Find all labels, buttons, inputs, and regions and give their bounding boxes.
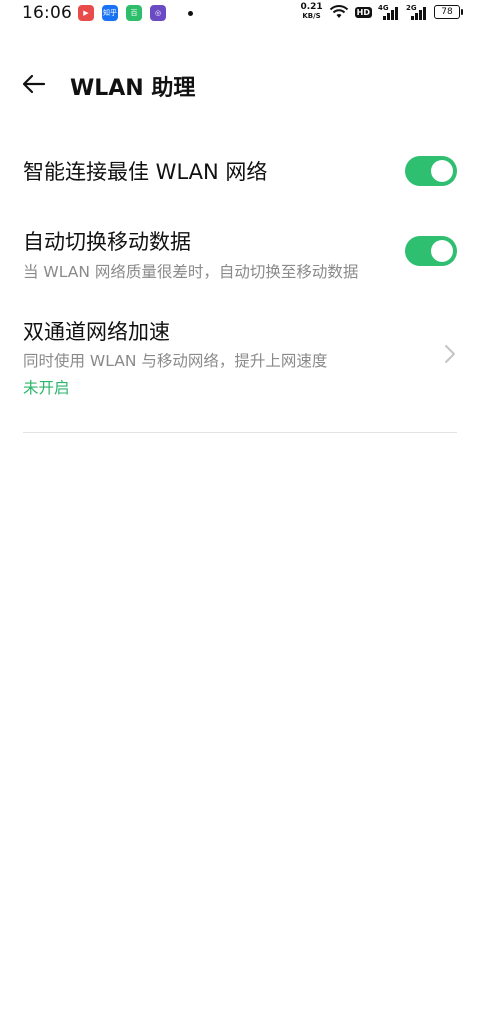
- auto-switch-toggle[interactable]: [405, 236, 457, 266]
- app-header: WLAN 助理: [0, 60, 480, 108]
- zhihu-icon: 知乎: [102, 5, 118, 21]
- status-bar: 16:06 ▶ 知乎 百 ◎ 0.21 KB/S HD 4G 2G 78: [0, 0, 480, 28]
- auto-switch-subtitle: 当 WLAN 网络质量很差时，自动切换至移动数据: [23, 263, 359, 281]
- setting-dual-channel[interactable]: 双通道网络加速 同时使用 WLAN 与移动网络，提升上网速度 未开启: [0, 312, 480, 402]
- notification-icons: ▶ 知乎 百 ◎: [78, 5, 193, 21]
- hd-voice-icon: HD: [354, 6, 372, 18]
- chevron-right-icon: [445, 345, 455, 363]
- battery-icon: 78: [434, 5, 463, 19]
- signal-sim2-icon: 2G: [406, 4, 428, 20]
- setting-auto-switch[interactable]: 自动切换移动数据 当 WLAN 网络质量很差时，自动切换至移动数据: [0, 222, 480, 282]
- dual-channel-title: 双通道网络加速: [23, 320, 170, 344]
- page-title: WLAN 助理: [70, 76, 196, 101]
- net-speed-unit: KB/S: [302, 12, 321, 20]
- setting-smart-connect[interactable]: 智能连接最佳 WLAN 网络: [0, 150, 480, 194]
- toggle-knob: [431, 240, 453, 262]
- app-icon-purple: ◎: [150, 5, 166, 21]
- smart-connect-title: 智能连接最佳 WLAN 网络: [23, 160, 268, 184]
- status-time: 16:06: [22, 3, 72, 23]
- back-button[interactable]: [20, 70, 48, 98]
- auto-switch-title: 自动切换移动数据: [23, 230, 191, 254]
- more-notifications-dot: [188, 10, 193, 16]
- dual-channel-subtitle: 同时使用 WLAN 与移动网络，提升上网速度: [23, 352, 328, 370]
- status-indicators: 0.21 KB/S HD 4G 2G 78: [300, 3, 463, 21]
- toggle-knob: [431, 160, 453, 182]
- net-speed-value: 0.21: [300, 2, 323, 12]
- back-arrow-icon: [22, 74, 46, 94]
- net-speed: 0.21 KB/S: [300, 3, 322, 21]
- dual-channel-status: 未开启: [23, 379, 70, 397]
- smart-connect-toggle[interactable]: [405, 156, 457, 186]
- wifi-icon: [329, 5, 348, 18]
- divider: [23, 432, 457, 433]
- app-icon-red: ▶: [78, 5, 94, 21]
- app-icon-green: 百: [126, 5, 142, 21]
- signal-sim1-icon: 4G: [378, 4, 400, 20]
